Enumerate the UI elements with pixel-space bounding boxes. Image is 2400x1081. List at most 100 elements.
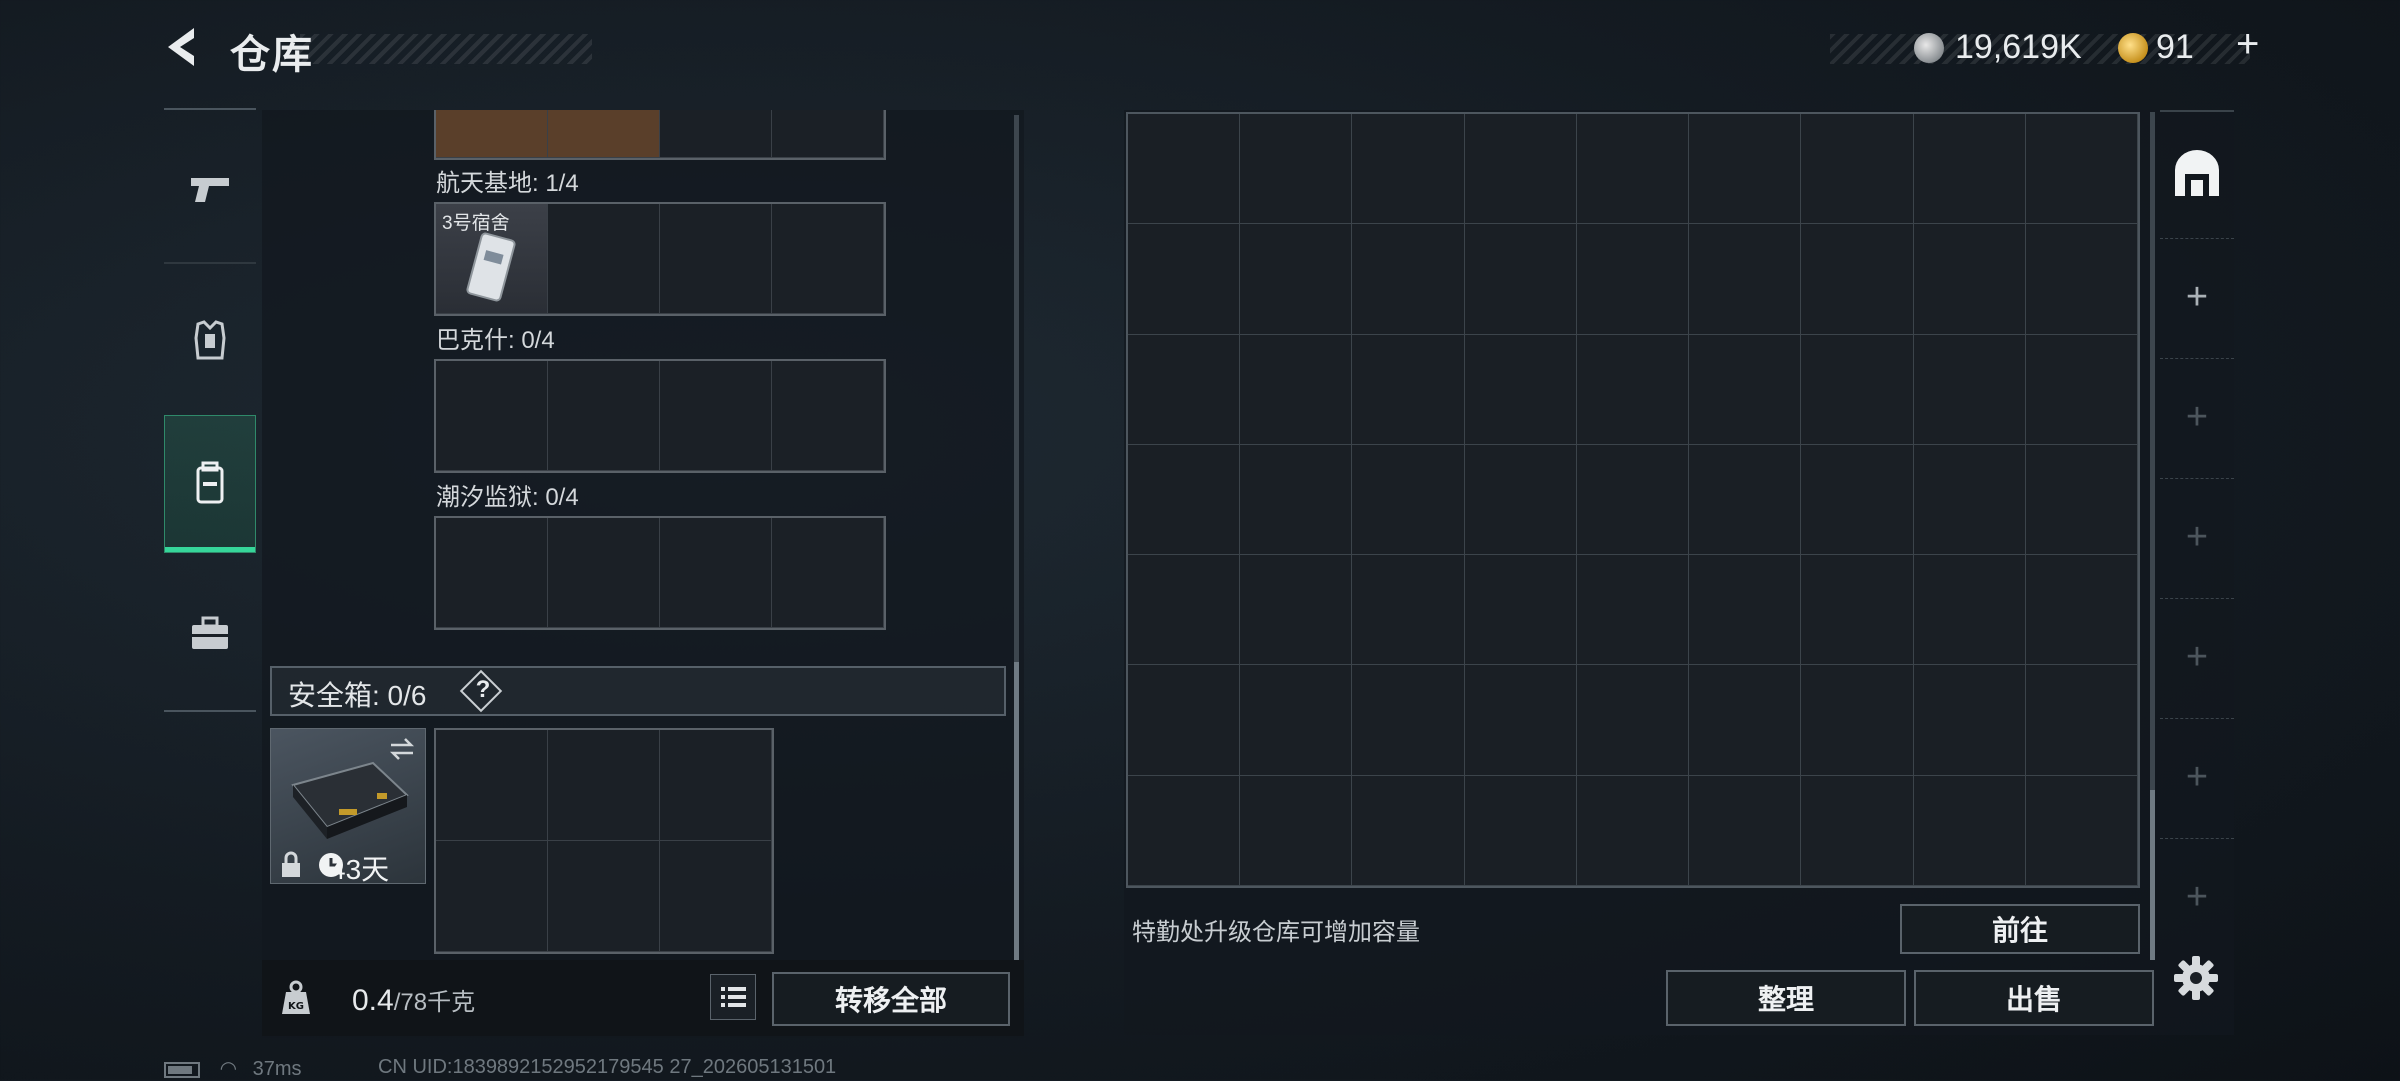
gear-icon[interactable] [2170,952,2222,1004]
storage-cell[interactable] [1576,775,1690,886]
storage-cell[interactable] [1689,224,1802,335]
grid-cell[interactable] [548,841,660,952]
grid-cell[interactable] [548,361,660,471]
storage-cell[interactable] [1352,555,1465,666]
storage-cell[interactable] [1352,775,1465,886]
storage-cell[interactable] [1801,775,1914,886]
storage-cell[interactable] [1801,665,1914,776]
storage-cell[interactable] [1352,224,1465,335]
grid-cell[interactable] [436,730,548,841]
storage-cell[interactable] [1352,114,1465,225]
storage-cell[interactable] [2025,555,2138,666]
storage-cell[interactable] [2025,444,2138,556]
storage-cell[interactable] [1801,114,1914,225]
storage-cell[interactable] [1913,444,2026,556]
storage-cell[interactable] [1576,224,1690,335]
storage-cell[interactable] [1576,334,1690,445]
storage-tab-add[interactable]: + [2160,238,2234,356]
help-button[interactable]: ? [473,676,493,704]
sell-button[interactable]: 出售 [1914,970,2154,1026]
nav-backpack[interactable] [164,415,256,553]
storage-cell[interactable] [1464,334,1577,445]
storage-cell[interactable] [1128,555,1241,666]
storage-cell[interactable] [2025,114,2138,225]
nav-weapons[interactable] [164,125,256,255]
back-arrow-icon[interactable] [160,22,210,72]
storage-tab-add[interactable]: + [2160,478,2234,596]
storage-cell[interactable] [1352,665,1465,776]
storage-cell[interactable] [1689,334,1802,445]
storage-cell[interactable] [1801,334,1914,445]
storage-tab-add[interactable]: + [2160,358,2234,476]
storage-cell[interactable] [2025,775,2138,886]
list-view-button[interactable] [710,974,756,1020]
storage-cell[interactable] [1913,114,2026,225]
add-currency-button[interactable]: + [2236,22,2259,67]
grid-cell[interactable] [548,730,660,841]
storage-cell[interactable] [1128,665,1241,776]
storage-scroll-thumb[interactable] [2150,790,2155,960]
storage-cell[interactable] [1240,555,1353,666]
grid-cell[interactable] [548,204,660,314]
grid-cell[interactable] [436,110,548,158]
nav-cases[interactable] [164,568,256,698]
storage-cell[interactable] [1240,444,1353,556]
storage-cell[interactable] [1240,114,1353,225]
storage-cell[interactable] [1801,224,1914,335]
storage-cell[interactable] [1464,555,1577,666]
grid-cell[interactable] [772,518,884,628]
grid-cell[interactable] [436,841,548,952]
grid-cell[interactable] [660,110,772,158]
storage-cell[interactable] [1128,334,1241,445]
grid-cell[interactable] [548,518,660,628]
storage-cell[interactable] [1240,334,1353,445]
storage-cell[interactable] [1576,665,1690,776]
grid-cell[interactable] [660,518,772,628]
grid-cell[interactable] [660,204,772,314]
storage-cell[interactable] [1240,665,1353,776]
storage-tab-add[interactable]: + [2160,838,2234,956]
storage-cell[interactable] [1689,775,1802,886]
storage-cell[interactable] [2025,334,2138,445]
storage-cell[interactable] [1913,775,2026,886]
grid-cell[interactable] [772,110,884,158]
storage-cell[interactable] [1464,775,1577,886]
storage-cell[interactable] [1352,334,1465,445]
storage-cell[interactable] [1801,444,1914,556]
swap-icon[interactable] [387,735,417,763]
storage-cell[interactable] [1689,555,1802,666]
grid-cell[interactable] [660,361,772,471]
storage-cell[interactable] [1689,114,1802,225]
grid-cell[interactable] [436,518,548,628]
storage-cell[interactable] [1128,224,1241,335]
storage-tab-add[interactable]: + [2160,718,2234,836]
storage-cell[interactable] [1464,224,1577,335]
storage-cell[interactable] [1689,444,1802,556]
grid-cell[interactable] [660,730,772,841]
storage-cell[interactable] [1464,444,1577,556]
storage-tab-add[interactable]: + [2160,598,2234,716]
storage-cell[interactable] [1240,224,1353,335]
storage-cell[interactable] [2025,224,2138,335]
storage-cell[interactable] [1240,775,1353,886]
goto-button[interactable]: 前往 [1900,904,2140,954]
storage-cell[interactable] [1128,444,1241,556]
nav-armor[interactable] [164,275,256,405]
storage-tab-main[interactable] [2160,110,2234,236]
grid-cell[interactable] [548,110,660,158]
storage-cell[interactable] [2025,665,2138,776]
grid-cell[interactable] [772,361,884,471]
storage-cell[interactable] [1576,444,1690,556]
grid-cell[interactable] [772,204,884,314]
inventory-scroll-thumb[interactable] [1014,662,1019,962]
storage-cell[interactable] [1464,114,1577,225]
storage-cell[interactable] [1352,444,1465,556]
storage-cell[interactable] [1913,665,2026,776]
transfer-all-button[interactable]: 转移全部 [772,972,1010,1026]
storage-cell[interactable] [1913,555,2026,666]
storage-cell[interactable] [1128,775,1241,886]
sort-button[interactable]: 整理 [1666,970,1906,1026]
storage-cell[interactable] [1128,114,1241,225]
key-card-item[interactable]: 3号宿舍 [436,204,548,314]
storage-cell[interactable] [1913,224,2026,335]
